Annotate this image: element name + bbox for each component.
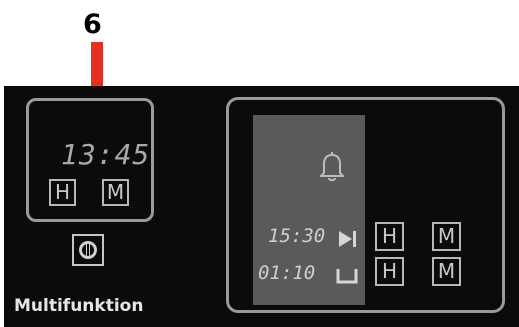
- pot-icon: [336, 269, 358, 284]
- minutes-button[interactable]: M: [102, 179, 129, 206]
- bell-icon: [320, 151, 344, 182]
- clock-time: 13:45: [61, 138, 151, 171]
- play-end-icon: [339, 231, 356, 247]
- power-button[interactable]: [72, 234, 104, 266]
- timer-display: 15:30 01:10 H M H M: [226, 97, 505, 313]
- minutes-button-bottom[interactable]: M: [432, 257, 461, 286]
- hours-button[interactable]: H: [49, 179, 76, 206]
- minutes-button-top[interactable]: M: [432, 222, 461, 251]
- mode-label: Multifunktion: [14, 296, 144, 316]
- timer-time-1: 15:30: [268, 225, 326, 247]
- clock-display: 13:45 H M: [26, 98, 154, 222]
- lcd-screen: 15:30 01:10: [253, 115, 365, 305]
- hours-button-bottom[interactable]: H: [375, 257, 404, 286]
- callout-number: 6: [83, 9, 102, 40]
- timer-time-2: 01:10: [258, 262, 316, 284]
- control-panel: 13:45 H M Multifunktion 15:30 01:10 H M …: [4, 86, 519, 327]
- hours-button-top[interactable]: H: [375, 222, 404, 251]
